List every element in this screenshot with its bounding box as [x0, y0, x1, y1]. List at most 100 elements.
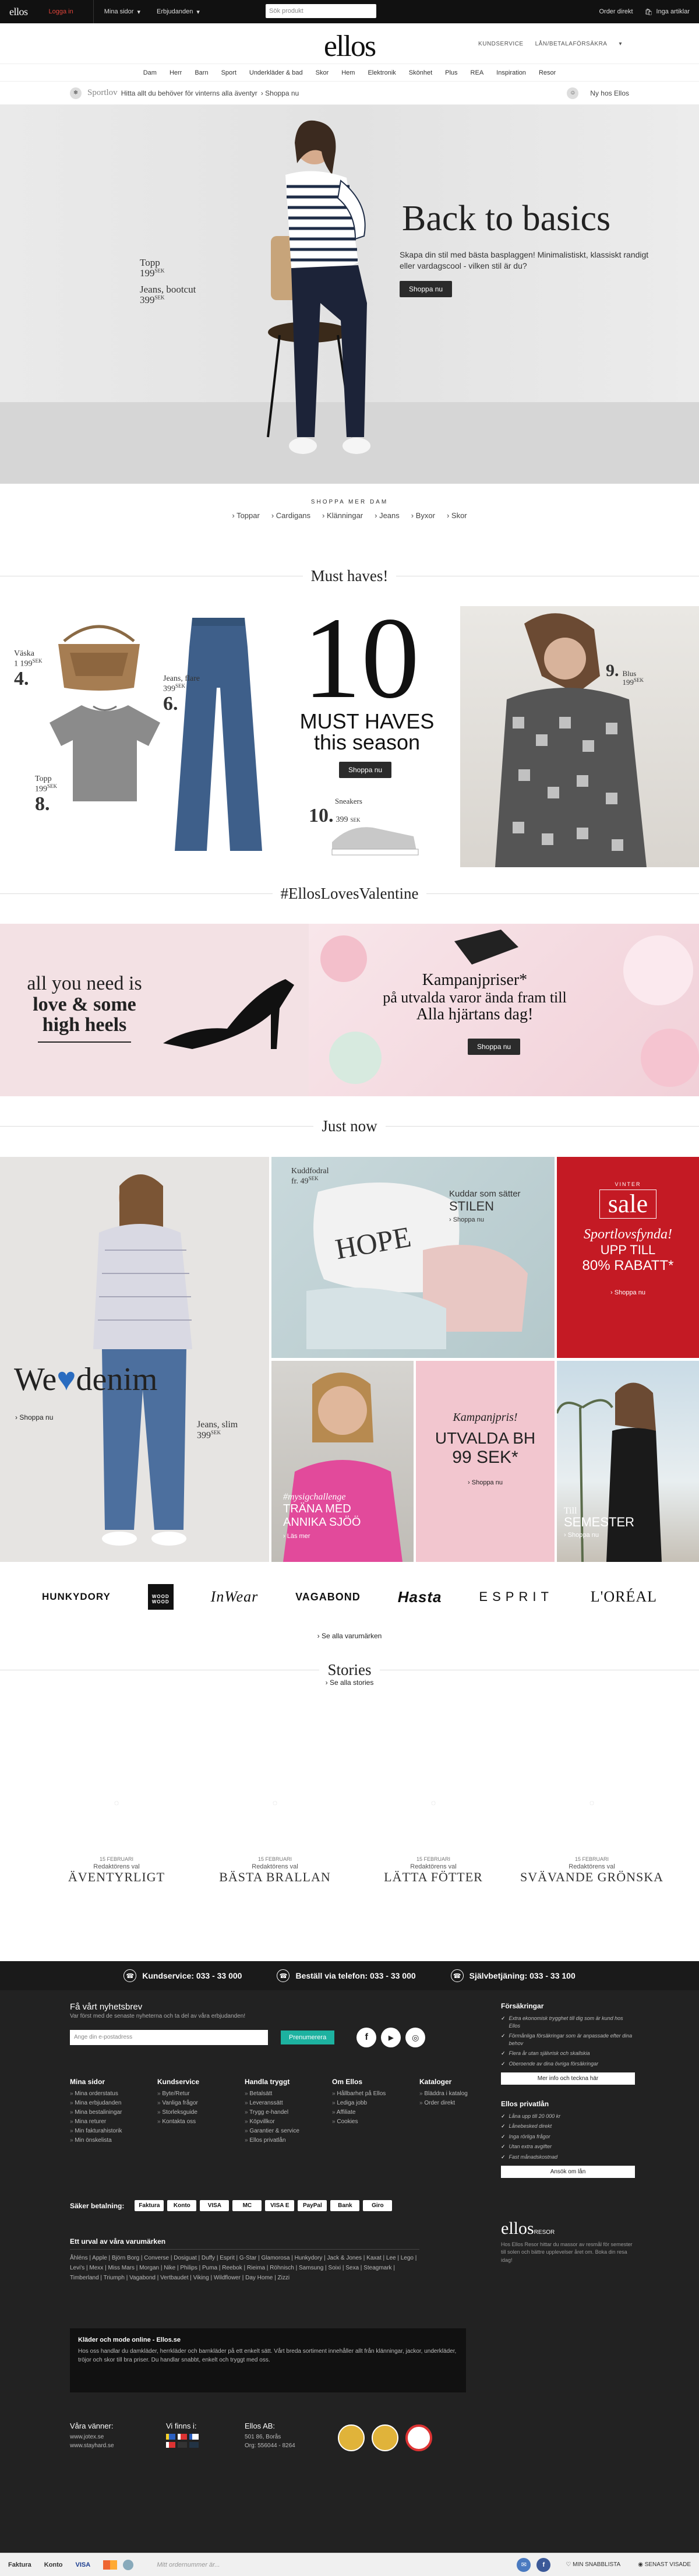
footer-link[interactable]: Mina returer — [70, 2117, 134, 2127]
footer-link[interactable]: Storleksguide — [157, 2108, 221, 2117]
search-input[interactable]: Sök produkt — [266, 4, 376, 18]
shop-category-link[interactable]: › Toppar — [232, 511, 259, 520]
facebook-icon[interactable]: f — [356, 2028, 377, 2047]
nav-item[interactable]: Elektronik — [368, 69, 396, 76]
lan-link[interactable]: LÅN/BETALAFÖRSÄKRA — [535, 41, 608, 47]
footer-link[interactable]: Lediga jobb — [332, 2099, 396, 2108]
nav-item[interactable]: Skönhet — [409, 69, 432, 76]
pillow-price-tag[interactable]: Kuddfodral fr. 49SEK — [291, 1167, 329, 1186]
loan-button[interactable]: Ansök om lån — [501, 2165, 635, 2178]
story-card[interactable]: ◌ 15 FEBRUARI Redaktörens val LÄTTA FÖTTER — [358, 1798, 509, 1884]
bestall-phone[interactable]: ☎ Beställ via telefon: 033 - 33 000 — [277, 1969, 416, 1982]
brand-logo[interactable]: WOOD WOOD — [147, 1584, 174, 1610]
sweden-flag-icon[interactable] — [166, 2434, 175, 2440]
musthave-tag-4[interactable]: Väska 1 199SEK 4. — [14, 649, 43, 689]
nav-item[interactable]: Sport — [221, 69, 236, 76]
kampanj-banner[interactable]: Kampanjpriser* på utvalda varor ända fra… — [309, 924, 699, 1096]
musthave-tag-6[interactable]: Jeans, flare 399SEK 6. — [163, 674, 200, 715]
footer-link[interactable]: Byte/Retur — [157, 2089, 221, 2099]
finland-flag-icon[interactable] — [189, 2434, 199, 2440]
tshirt-product-image[interactable] — [47, 699, 163, 804]
footer-link[interactable]: Mina bestaliningar — [70, 2108, 134, 2117]
musthave-tag-10[interactable]: Sneakers 10. 399 SEK — [309, 797, 362, 826]
nav-item[interactable]: Resor — [539, 69, 556, 76]
bh-shop-link[interactable]: › Shoppa nu — [416, 1479, 555, 1486]
musthaves-shop-button[interactable]: Shoppa nu — [339, 762, 392, 778]
senast-visade-link[interactable]: ◉ SENAST VISADE — [638, 2561, 691, 2568]
germany-flag-icon[interactable] — [178, 2442, 187, 2448]
ny-hos-ellos-link[interactable]: Ny hos Ellos — [590, 89, 629, 97]
friend-link[interactable]: www.stayhard.se — [70, 2443, 114, 2449]
story-card[interactable]: ◌ 15 FEBRUARI Redaktörens val ÄVENTYRLIGT — [41, 1798, 192, 1884]
brand-logo[interactable]: Hasta — [398, 1588, 442, 1606]
shop-category-link[interactable]: › Skor — [447, 511, 467, 520]
shop-category-link[interactable]: › Cardigans — [271, 511, 310, 520]
top-logo[interactable]: ellos — [9, 6, 28, 18]
footer-link[interactable]: Kontakta oss — [157, 2117, 221, 2127]
nav-item[interactable]: Plus — [445, 69, 457, 76]
bag-product-image[interactable] — [47, 618, 151, 694]
hero-price-tag-1[interactable]: Topp 199SEK — [140, 258, 165, 279]
musthave-tag-9[interactable]: 9. Blus 199SEK — [606, 661, 644, 686]
blouse-model-image[interactable]: 9. Blus 199SEK — [460, 606, 699, 867]
nav-item[interactable]: REA — [471, 69, 484, 76]
footer-link[interactable]: Ellos privatlån — [245, 2136, 309, 2145]
nav-item[interactable]: Dam — [143, 69, 157, 76]
footer-link[interactable]: Garantier & service — [245, 2127, 309, 2136]
friend-link[interactable]: www.jotex.se — [70, 2434, 114, 2440]
story-card[interactable]: ◌ 15 FEBRUARI Redaktörens val BÄSTA BRALLAN — [199, 1798, 351, 1884]
brand-logo[interactable]: ESPRIT — [479, 1589, 553, 1604]
brand-logo[interactable]: L'ORÉAL — [591, 1588, 657, 1606]
bh-banner[interactable]: Kampanjpris! UTVALDA BH 99 SEK* › Shoppa… — [416, 1361, 555, 1562]
brand-logo[interactable]: HUNKYDORY — [42, 1591, 111, 1603]
nav-item[interactable]: Barn — [195, 69, 208, 76]
footer-link[interactable]: Cookies — [332, 2117, 396, 2127]
footer-link[interactable]: Affiliate — [332, 2108, 396, 2117]
brand-logo[interactable]: InWear — [211, 1588, 259, 1606]
footer-link[interactable]: Betalsätt — [245, 2089, 309, 2099]
sjalv-phone[interactable]: ☎ Självbetjäning: 033 - 33 100 — [450, 1969, 576, 1982]
insurance-button[interactable]: Mer info och teckna här — [501, 2072, 635, 2085]
bottom-search-placeholder[interactable]: Mitt ordernummer är... — [157, 2561, 220, 2568]
kundservice-phone[interactable]: ☎ Kundservice: 033 - 33 000 — [123, 1969, 242, 1982]
story-card[interactable]: ◌ 15 FEBRUARI Redaktörens val SVÄVANDE GRÖN… — [516, 1798, 668, 1884]
footer-link[interactable]: Min önskelista — [70, 2136, 134, 2145]
footer-link[interactable]: Hållbarhet på Ellos — [332, 2089, 396, 2099]
all-stories-link[interactable]: › Se alla stories — [0, 1678, 699, 1687]
erbjudanden-menu[interactable]: Erbjudanden ▾ — [157, 8, 200, 16]
mina-sidor-menu[interactable]: Mina sidor ▾ — [104, 8, 140, 16]
hero-shop-button[interactable]: Shoppa nu — [400, 281, 453, 297]
sale-shop-link[interactable]: › Shoppa nu — [557, 1289, 699, 1296]
denim-banner[interactable]: We♥denim › Shoppa nu Jeans, slim 399SEK — [0, 1157, 269, 1562]
cart-button[interactable]: 🛍 Inga artiklar — [645, 8, 690, 16]
hero-price-tag-2[interactable]: Jeans, bootcut 399SEK — [140, 284, 196, 305]
uk-flag-icon[interactable] — [189, 2442, 199, 2448]
shop-category-link[interactable]: › Byxor — [411, 511, 435, 520]
annika-banner[interactable]: #mysigchallenge TRÄNA MED ANNIKA SJÖÖ › … — [271, 1361, 414, 1562]
valentine-shop-button[interactable]: Shoppa nu — [468, 1039, 521, 1055]
pillow-shop-link[interactable]: › Shoppa nu — [449, 1216, 521, 1223]
login-link[interactable]: Logga in — [49, 8, 73, 15]
norway-flag-icon[interactable] — [178, 2434, 187, 2440]
order-direkt-link[interactable]: Order direkt — [599, 8, 633, 15]
brand-logo[interactable]: VAGABOND — [295, 1591, 361, 1603]
footer-link[interactable]: Bläddra i katalog — [419, 2089, 483, 2099]
nav-item[interactable]: Inspiration — [496, 69, 526, 76]
nav-item[interactable]: Hem — [341, 69, 355, 76]
all-brands-link[interactable]: › Se alla varumärken — [0, 1632, 699, 1640]
shop-category-link[interactable]: › Jeans — [375, 511, 400, 520]
footer-link[interactable]: Mina erbjudanden — [70, 2099, 134, 2108]
pillows-banner[interactable]: HOPE Kuddfodral fr. 49SEK Kuddar som sät… — [271, 1157, 555, 1358]
shop-category-link[interactable]: › Klänningar — [322, 511, 363, 520]
footer-link[interactable]: Order direkt — [419, 2099, 483, 2108]
nav-item[interactable]: Skor — [316, 69, 329, 76]
jeans-product-image[interactable] — [175, 612, 262, 857]
semester-shop-link[interactable]: › Shoppa nu — [564, 1532, 634, 1539]
newsletter-email-input[interactable]: Ange din e-postadress — [70, 2030, 268, 2045]
semester-banner[interactable]: Till SEMESTER › Shoppa nu — [557, 1361, 699, 1562]
snabblista-link[interactable]: ♡ MIN SNABBLISTA — [566, 2561, 620, 2568]
nav-item[interactable]: Underkläder & bad — [249, 69, 303, 76]
footer-link[interactable]: Köpvillkor — [245, 2117, 309, 2127]
chat-icon[interactable]: ✉ — [517, 2557, 531, 2572]
ellos-resor-logo[interactable]: ellosRESOR — [501, 2219, 635, 2239]
